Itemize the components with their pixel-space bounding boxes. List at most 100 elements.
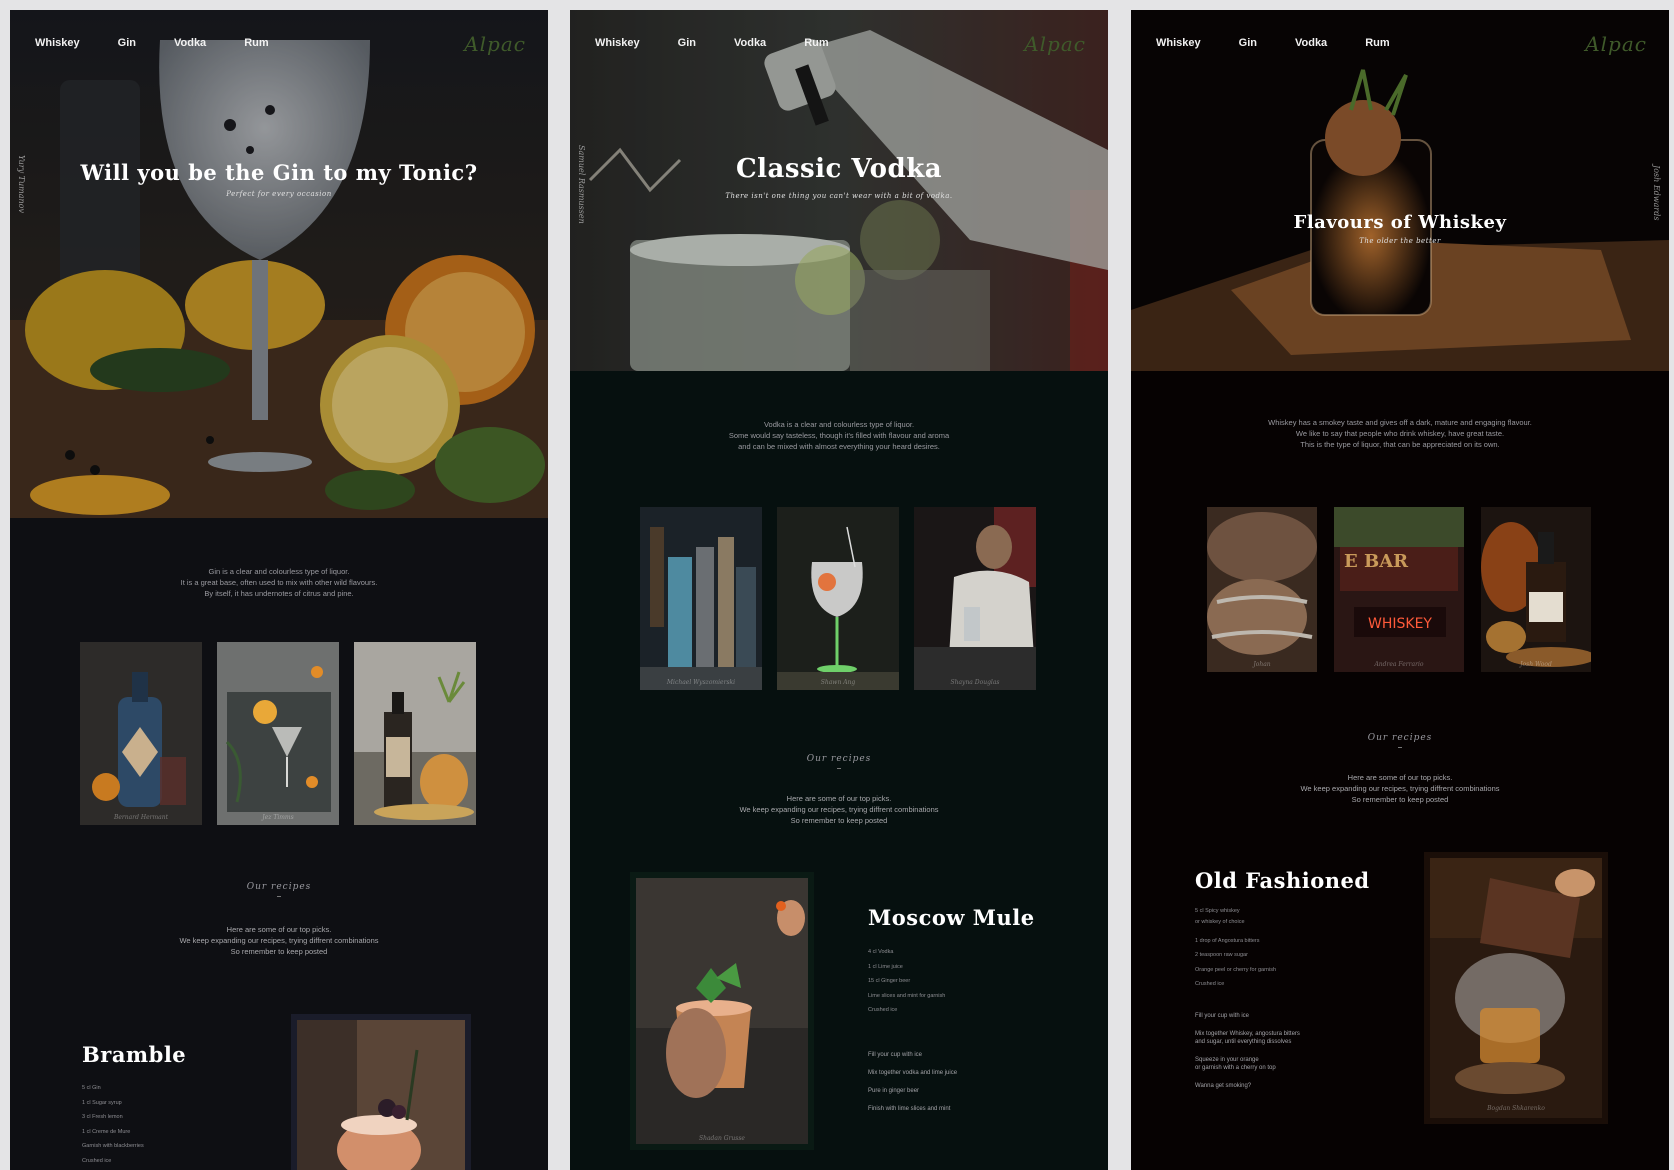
thumb-credit: Andrea Ferrario	[1374, 661, 1424, 668]
ingredient: 1 cl Creme de Mure	[82, 1128, 131, 1135]
recipes-line: Here are some of our top picks.	[226, 925, 332, 934]
ingredient-list: 5 cl Gin 1 cl Sugar syrup 3 cl Fresh lem…	[82, 1081, 144, 1168]
recipes-text: Here are some of our top picks. We keep …	[1131, 772, 1669, 805]
intro-text: Vodka is a clear and colourless type of …	[570, 419, 1108, 452]
intro-line: We like to say that people who drink whi…	[1295, 429, 1505, 438]
jack-daniels-photo	[1481, 507, 1591, 672]
hero-subtitle: Perfect for every occasion	[226, 190, 332, 198]
ingredient: Crushed ice	[82, 1157, 112, 1164]
whiskey-neon-text: WHISKEY	[1368, 616, 1432, 632]
recipes-line: We keep expanding our recipes, trying di…	[739, 805, 939, 814]
gallery-image[interactable]: Bernard Hermant	[80, 642, 202, 825]
recipe-image[interactable]	[291, 1014, 471, 1170]
step: Wanna get smoking?	[1195, 1083, 1252, 1089]
gallery-image[interactable]: Jez Timms	[217, 642, 339, 825]
step: Mix together vodka and lime juice	[868, 1070, 958, 1076]
intro-line: and can be mixed with almost everything …	[738, 442, 940, 451]
ingredient-list: 4 cl Vodka 1 cl Lime juice 15 cl Ginger …	[868, 945, 945, 1018]
gallery-image[interactable]: Shawn Ang	[777, 507, 899, 690]
bartender-photo	[914, 507, 1036, 690]
steps-list: Fill your cup with ice Mix together vodk…	[868, 1051, 957, 1123]
intro-text: Whiskey has a smokey taste and gives off…	[1131, 417, 1669, 450]
thumb-credit: Bernard Hermant	[113, 814, 169, 821]
gallery-image[interactable]: E BAR WHISKEY Andrea Ferrario	[1334, 507, 1464, 672]
step: Pure in ginger beer	[868, 1088, 920, 1094]
nav-whiskey[interactable]: Whiskey	[595, 37, 640, 49]
intro-line: Some would say tasteless, though it's fi…	[728, 431, 950, 440]
nav-rum[interactable]: Rum	[804, 37, 828, 49]
gin-bottle-table-photo	[354, 642, 476, 825]
nav-vodka[interactable]: Vodka	[174, 37, 206, 49]
image-credit: Shadan Grusse	[699, 1135, 745, 1142]
step: Squeeze in your orange	[1195, 1057, 1259, 1063]
intro-line: Gin is a clear and colourless type of li…	[208, 567, 350, 576]
recipes-heading: Our recipes	[570, 754, 1108, 769]
bar-shelf-photo	[640, 507, 762, 690]
ingredient: Orange peel or cherry for garnish	[1195, 966, 1277, 973]
logo[interactable]: Alpac	[1024, 32, 1086, 56]
thumb-credit: Michael Wyszomierski	[666, 679, 736, 686]
gallery-image[interactable]: Josh Wood	[1481, 507, 1591, 672]
ingredient: Garnish with blackberries	[82, 1143, 144, 1149]
intro-text: Gin is a clear and colourless type of li…	[10, 566, 548, 599]
nav-whiskey[interactable]: Whiskey	[1156, 37, 1201, 49]
hero-subtitle: There isn't one thing you can't wear wit…	[725, 192, 953, 200]
recipes-line: Here are some of our top picks.	[786, 794, 892, 803]
gin-page-panel: Whiskey Gin Vodka Rum Alpac Yury Tumanov…	[10, 10, 548, 1170]
whiskey-page-panel: Whiskey Gin Vodka Rum Alpac Josh Edwards…	[1131, 10, 1669, 1170]
nav-rum[interactable]: Rum	[244, 37, 268, 49]
photo-credit-vertical: Yury Tumanov	[17, 155, 26, 213]
thumb-credit: Shayna Douglas	[950, 679, 1000, 686]
step: and sugar, until everything dissolves	[1195, 1039, 1292, 1045]
vodka-glass-photo	[777, 507, 899, 690]
thumb-credit: Shawn Ang	[820, 679, 856, 686]
recipe-title: Bramble	[82, 1042, 187, 1067]
whiskey-glass-photo	[1131, 10, 1669, 371]
logo[interactable]: Alpac	[464, 32, 526, 56]
photo-credit-vertical: Josh Edwards	[1652, 165, 1661, 221]
ingredient: 1 cl Lime juice	[868, 963, 903, 970]
recipes-text: Here are some of our top picks. We keep …	[570, 793, 1108, 826]
gallery-image[interactable]: Michael Wyszomierski	[640, 507, 762, 690]
whiskey-hero-image	[1131, 10, 1669, 371]
hero-title: Will you be the Gin to my Tonic?	[80, 160, 478, 185]
nav-whiskey[interactable]: Whiskey	[35, 37, 80, 49]
bar-sign-text: E BAR	[1344, 551, 1409, 572]
gallery-image[interactable]: Johan	[1207, 507, 1317, 672]
recipe-title: Old Fashioned	[1195, 868, 1370, 893]
hero-title: Classic Vodka	[735, 154, 943, 184]
intro-line: It is a great base, often used to mix wi…	[180, 578, 378, 587]
gin-bottle-photo	[80, 642, 202, 825]
recipe-image[interactable]: Shadan Grusse	[630, 872, 814, 1150]
recipes-line: We keep expanding our recipes, trying di…	[179, 936, 379, 945]
ingredient: 15 cl Ginger beer	[868, 978, 911, 984]
recipes-line: We keep expanding our recipes, trying di…	[1300, 784, 1500, 793]
nav-vodka[interactable]: Vodka	[734, 37, 766, 49]
barrels-photo	[1207, 507, 1317, 672]
photo-credit-vertical: Samuel Rasmussen	[577, 145, 586, 224]
recipes-heading: Our recipes	[10, 882, 548, 897]
nav-gin[interactable]: Gin	[678, 37, 696, 49]
bramble-cocktail-photo	[297, 1020, 465, 1170]
ingredient: 2 teaspoon raw sugar	[1195, 952, 1248, 958]
gallery-image[interactable]	[354, 642, 476, 825]
ingredient: Crushed ice	[1195, 981, 1225, 987]
logo[interactable]: Alpac	[1585, 32, 1647, 56]
gallery-image[interactable]: Shayna Douglas	[914, 507, 1036, 690]
nav-rum[interactable]: Rum	[1365, 37, 1389, 49]
ingredient: 1 cl Sugar syrup	[82, 1099, 122, 1106]
recipe-image[interactable]: Bogdan Shkarenko	[1424, 852, 1608, 1124]
image-credit: Bogdan Shkarenko	[1487, 1105, 1545, 1112]
steps-list: Fill your cup with ice Mix together Whis…	[1195, 1012, 1300, 1100]
vodka-hero-image	[570, 10, 1108, 371]
gallery-row: Johan E BAR WHISKEY Andrea Ferrario Josh…	[1207, 507, 1591, 672]
ingredient-list: 5 cl Spicy whiskey or whiskey of choice …	[1195, 908, 1276, 992]
nav-vodka[interactable]: Vodka	[1295, 37, 1327, 49]
nav-gin[interactable]: Gin	[118, 37, 136, 49]
step: Mix together Whiskey, angostura bitters	[1195, 1031, 1300, 1037]
gin-cocktail-photo	[217, 642, 339, 825]
ingredient: 3 cl Fresh lemon	[82, 1114, 123, 1120]
recipes-line: So remember to keep posted	[1351, 795, 1449, 804]
step: Fill your cup with ice	[868, 1052, 923, 1058]
nav-gin[interactable]: Gin	[1239, 37, 1257, 49]
